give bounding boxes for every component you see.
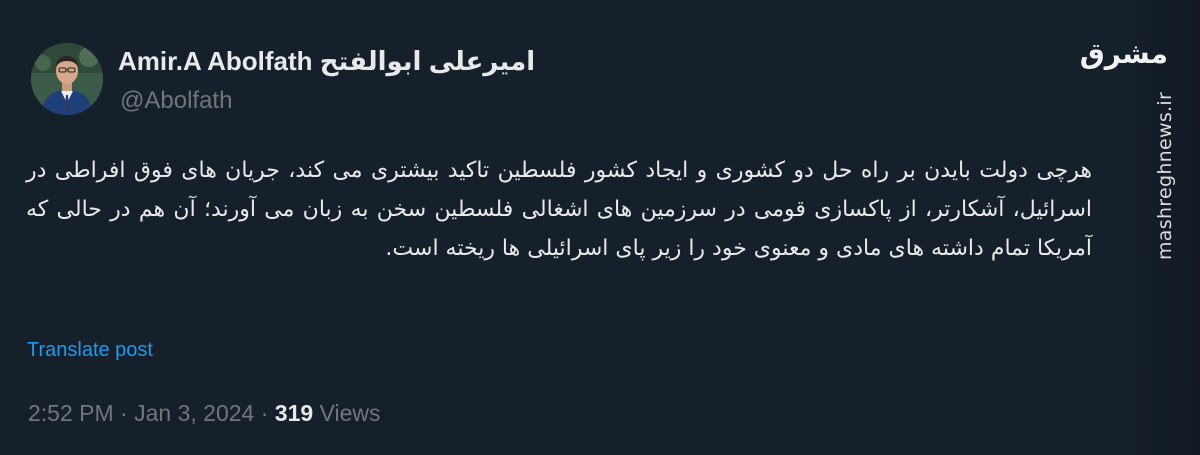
translate-post-link[interactable]: Translate post (27, 339, 153, 362)
watermark-url: mashreghnews.ir (1150, 30, 1176, 260)
user-handle[interactable]: @Abolfath (120, 87, 232, 115)
meta-separator: · (120, 400, 128, 426)
tweet-meta: 2:52 PM · Jan 3, 2024 · 319 Views (28, 400, 380, 427)
meta-separator: · (260, 400, 269, 426)
watermark: مشرق mashreghnews.ir (1080, 30, 1194, 260)
views-label: Views (319, 400, 381, 426)
post-time[interactable]: 2:52 PM (28, 400, 114, 426)
display-name[interactable]: Amir.A Abolfath امیرعلی ابوالفتح (118, 46, 535, 77)
post-date[interactable]: Jan 3, 2024 (134, 400, 254, 426)
avatar[interactable] (31, 43, 103, 115)
watermark-url-text: mashreghnews.ir (1154, 91, 1176, 260)
tweet-text: هرچی دولت بایدن بر راه حل دو کشوری و ایج… (26, 158, 1092, 261)
profile-photo-icon (31, 43, 103, 115)
tweet-card: Amir.A Abolfath امیرعلی ابوالفتح @Abolfa… (0, 0, 1130, 455)
views-count: 319 (274, 400, 314, 426)
